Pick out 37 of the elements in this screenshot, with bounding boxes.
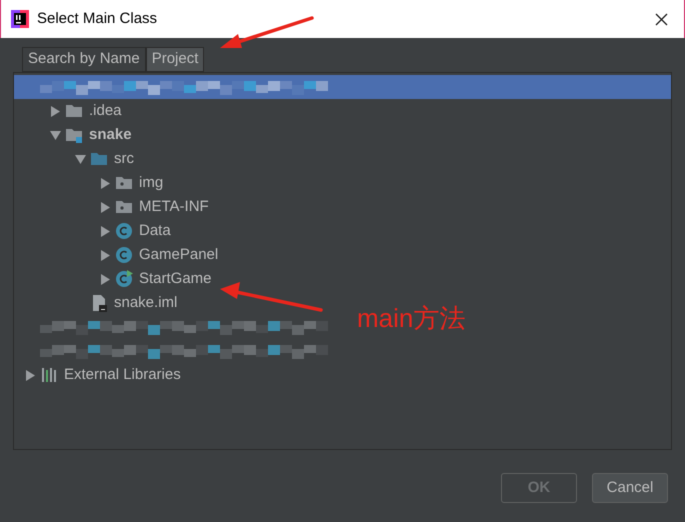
app-logo-icon [11,10,29,28]
file-icon [90,294,108,312]
tree-item-label[interactable]: GamePanel [139,244,218,266]
tree-item-label[interactable]: img [139,172,164,194]
collapse-arrow-icon[interactable] [74,154,86,164]
folder-icon [65,102,83,120]
dialog-button[interactable]: Cancel [592,473,668,503]
expand-arrow-icon[interactable] [50,106,60,116]
close-icon[interactable] [655,12,668,26]
tab[interactable]: Search by Name [22,47,146,72]
tree-item-label[interactable]: src [114,148,134,170]
package-folder-icon [115,198,133,216]
tree-item-label[interactable]: snake.iml [114,292,178,314]
window-title: Select Main Class [37,8,158,29]
tree-item-label[interactable]: StartGame [139,268,212,290]
class-icon [115,246,133,264]
expand-arrow-icon[interactable] [24,370,36,380]
expand-arrow-icon[interactable] [100,274,110,284]
tree-item-label[interactable]: snake [89,124,132,146]
tree-item-label[interactable]: .idea [89,100,122,122]
expand-arrow-icon[interactable] [100,250,110,260]
annotation-text: main方法 [357,305,466,331]
tree-item-label[interactable]: External Libraries [64,364,181,386]
class-icon [115,222,133,240]
collapse-arrow-icon[interactable] [50,130,60,140]
runnable-class-icon [115,270,133,288]
package-folder-icon [115,174,133,192]
tree-item-label[interactable]: META-INF [139,196,209,218]
module-folder-icon [65,126,83,144]
tree-item-label[interactable]: Data [139,220,171,242]
expand-arrow-icon[interactable] [100,178,110,188]
source-folder-icon [90,150,108,168]
tab[interactable]: Project [146,47,204,72]
expand-arrow-icon[interactable] [100,226,110,236]
library-icon [40,366,58,384]
expand-arrow-icon[interactable] [100,202,110,212]
selected-row[interactable] [14,75,671,99]
